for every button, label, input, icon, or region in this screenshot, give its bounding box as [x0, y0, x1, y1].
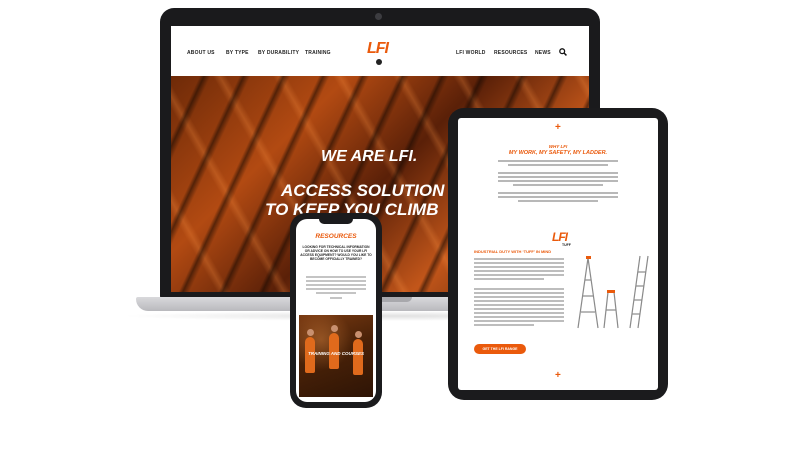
nav-about-us[interactable]: ABOUT US [187, 50, 215, 56]
nav-resources[interactable]: RESOURCES [494, 50, 527, 56]
text-line [474, 308, 564, 310]
section-title: INDUSTRIAL DUTY WITH ‘TUFF’ IN MIND [474, 249, 552, 254]
person-head [355, 331, 362, 338]
text-line [474, 258, 564, 260]
text-line [474, 296, 564, 298]
phone-notch [319, 219, 353, 224]
site-header: ABOUT US BY TYPE BY DURABILITY TRAINING … [171, 26, 589, 76]
person-head [331, 325, 338, 332]
plus-icon: + [555, 370, 561, 381]
paragraph-line [498, 180, 618, 182]
resources-intro: LOOKING FOR TECHNICAL INFORMATION OR ADV… [300, 245, 372, 261]
text-line [316, 292, 356, 294]
paragraph-line [498, 192, 618, 194]
text-line [330, 297, 342, 299]
text-line [474, 266, 564, 268]
resources-title: RESOURCES [315, 233, 357, 240]
lfi-tuff-logo-sub: TUFF [562, 243, 571, 247]
text-line [474, 312, 564, 314]
text-line [474, 300, 564, 302]
tablet-screen: + WHY LFI MY WORK, MY SAFETY, MY LADDER.… [458, 118, 658, 390]
search-icon[interactable] [559, 48, 567, 56]
text-line [306, 284, 366, 286]
paragraph-line [498, 160, 618, 162]
paragraph-line [518, 200, 598, 202]
text-line [306, 276, 366, 278]
text-line [474, 316, 564, 318]
lfi-logo[interactable]: LFI [367, 40, 389, 58]
nav-by-type[interactable]: BY TYPE [226, 50, 249, 56]
text-line [474, 324, 534, 326]
camera-icon [375, 13, 382, 20]
nav-lfi-world[interactable]: LFI WORLD [456, 50, 486, 56]
text-line [306, 280, 366, 282]
text-line [474, 262, 564, 264]
hero-subtitle-line-1: ACCESS SOLUTION [281, 181, 445, 200]
get-range-button[interactable]: GET THE LFI RANGE [474, 344, 526, 354]
text-line [474, 304, 564, 306]
plus-icon: + [555, 122, 561, 133]
hero-title: WE ARE LFI. [321, 148, 418, 165]
lfi-tuff-logo: LFI [552, 230, 568, 244]
text-line [474, 288, 564, 290]
training-caption[interactable]: TRAINING AND COURSES [296, 351, 376, 357]
text-line [474, 270, 564, 272]
text-line [474, 292, 564, 294]
paragraph-line [513, 184, 603, 186]
paragraph-line [508, 164, 608, 166]
paragraph-line [498, 196, 618, 198]
person-figure [353, 339, 363, 375]
why-lfi-headline: MY WORK, MY SAFETY, MY LADDER. [508, 150, 608, 156]
person-head [307, 329, 314, 336]
ladder-icon [577, 255, 649, 329]
phone-screen: RESOURCES LOOKING FOR TECHNICAL INFORMAT… [296, 219, 376, 402]
text-line [474, 320, 564, 322]
text-line [474, 278, 544, 280]
nav-news[interactable]: NEWS [535, 50, 551, 56]
paragraph-line [498, 176, 618, 178]
text-line [474, 274, 564, 276]
why-lfi-kicker: WHY LFI [548, 144, 568, 149]
nav-by-durability[interactable]: BY DURABILITY [258, 50, 299, 56]
nav-training[interactable]: TRAINING [305, 50, 331, 56]
logo-mark-icon [376, 59, 382, 65]
text-line [306, 288, 366, 290]
paragraph-line [498, 172, 618, 174]
